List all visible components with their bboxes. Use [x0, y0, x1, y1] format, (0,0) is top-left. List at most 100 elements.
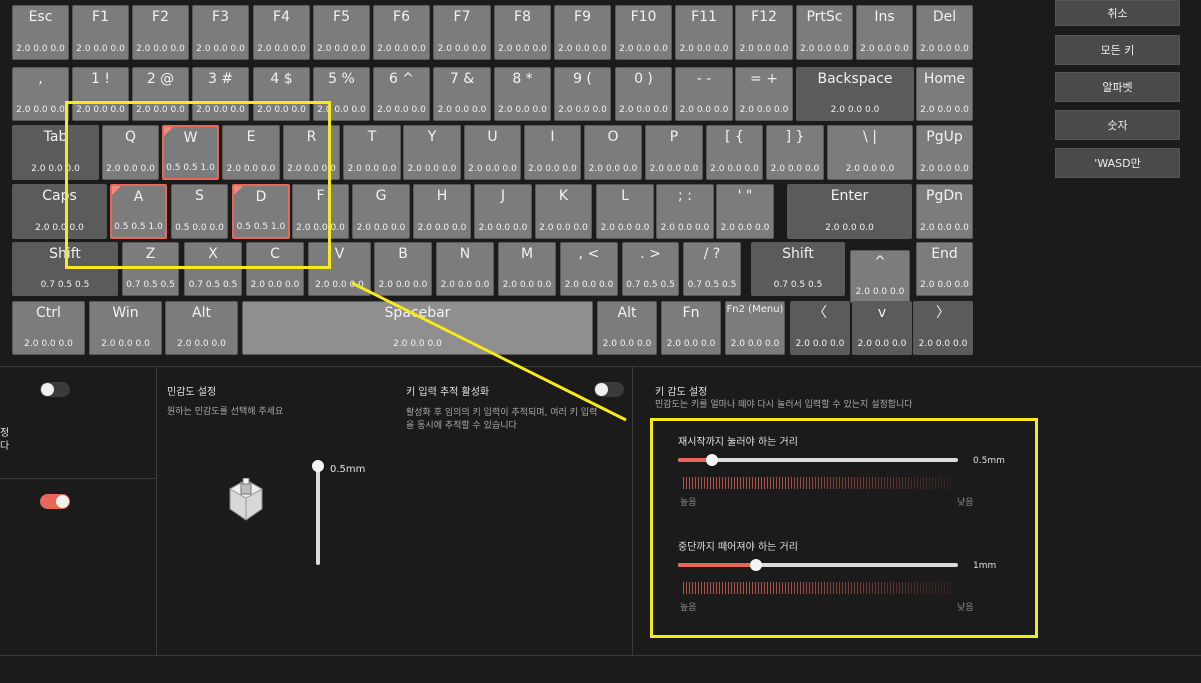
- key-0[interactable]: 0 ) 2.0 0.0 0.0: [615, 67, 672, 121]
- key-end[interactable]: End 2.0 0.0 0.0: [916, 242, 973, 296]
- key-p[interactable]: P 2.0 0.0 0.0: [645, 125, 703, 180]
- key-label: PgDn: [926, 188, 963, 204]
- key-t[interactable]: T 2.0 0.0 0.0: [343, 125, 401, 180]
- key-f11[interactable]: F11 2.0 0.0 0.0: [675, 5, 733, 60]
- key-j[interactable]: J 2.0 0.0 0.0: [474, 184, 532, 239]
- key-label: 5 %: [328, 71, 355, 87]
- key-u[interactable]: U 2.0 0.0 0.0: [464, 125, 521, 180]
- left-toggle-top[interactable]: [40, 382, 70, 397]
- key-8[interactable]: 8 * 2.0 0.0 0.0: [494, 67, 551, 121]
- key-sym-13[interactable]: \ | 2.0 0.0 0.0: [827, 125, 913, 180]
- key-sym-10[interactable]: / ? 0.7 0.5 0.5: [683, 242, 741, 296]
- key-values: 2.0 0.0 0.0: [76, 44, 125, 54]
- key-values: 2.0 0.0 0.0: [317, 44, 366, 54]
- wasd-only-button[interactable]: 'WASD만: [1055, 148, 1180, 178]
- key-values: 2.0 0.0 0.0: [602, 339, 652, 349]
- key-esc[interactable]: Esc 2.0 0.0 0.0: [12, 5, 69, 60]
- key-f5[interactable]: F5 2.0 0.0 0.0: [313, 5, 370, 60]
- key-h[interactable]: H 2.0 0.0 0.0: [413, 184, 471, 239]
- key-values: 0.7 0.5 0.5: [626, 280, 675, 290]
- key-i[interactable]: I 2.0 0.0 0.0: [524, 125, 581, 180]
- key-f6[interactable]: F6 2.0 0.0 0.0: [373, 5, 430, 60]
- key-f10[interactable]: F10 2.0 0.0 0.0: [615, 5, 672, 60]
- key-f12[interactable]: F12 2.0 0.0 0.0: [735, 5, 793, 60]
- key-shift[interactable]: Shift 0.7 0.5 0.5: [751, 242, 845, 296]
- key-b[interactable]: B 2.0 0.0 0.0: [374, 242, 432, 296]
- key-sym-9[interactable]: . > 0.7 0.5 0.5: [622, 242, 679, 296]
- left-panel-divider: [156, 367, 157, 655]
- key-prtsc[interactable]: PrtSc 2.0 0.0 0.0: [796, 5, 853, 60]
- key-sym-11[interactable]: ' " 2.0 0.0 0.0: [716, 184, 774, 239]
- key-f1[interactable]: F1 2.0 0.0 0.0: [72, 5, 129, 60]
- sensitivity-slider-thumb[interactable]: [312, 460, 324, 472]
- key-alt[interactable]: Alt 2.0 0.0 0.0: [165, 301, 238, 355]
- key-tracking-toggle[interactable]: [594, 382, 624, 397]
- alphabet-button[interactable]: 알파벳: [1055, 72, 1180, 102]
- key-sym-12[interactable]: ] } 2.0 0.0 0.0: [766, 125, 824, 180]
- key-l[interactable]: L 2.0 0.0 0.0: [596, 184, 654, 239]
- key-7[interactable]: 7 & 2.0 0.0 0.0: [433, 67, 491, 121]
- key-values: 2.0 0.0 0.0: [528, 164, 577, 174]
- key-label: 3 #: [207, 71, 234, 87]
- key-values: 2.0 0.0 0.0: [920, 105, 969, 115]
- key-sym-7[interactable]: 〈 2.0 0.0 0.0: [790, 301, 850, 355]
- key-values: 2.0 0.0 0.0: [437, 105, 487, 115]
- key-f8[interactable]: F8 2.0 0.0 0.0: [494, 5, 551, 60]
- key-v[interactable]: v 2.0 0.0 0.0: [852, 301, 912, 355]
- section-divider: [0, 366, 1201, 367]
- key-f2[interactable]: F2 2.0 0.0 0.0: [132, 5, 189, 60]
- key-pgup[interactable]: PgUp 2.0 0.0 0.0: [916, 125, 973, 180]
- key-sym-12[interactable]: ^ 2.0 0.0 0.0: [850, 250, 910, 303]
- key-alt[interactable]: Alt 2.0 0.0 0.0: [597, 301, 657, 355]
- key-values: 2.0 0.0 0.0: [770, 164, 820, 174]
- key-label: PrtSc: [806, 9, 843, 25]
- key-label: , <: [578, 246, 600, 262]
- cancel-button[interactable]: 취소: [1055, 0, 1180, 26]
- key-ctrl[interactable]: Ctrl 2.0 0.0 0.0: [12, 301, 85, 355]
- key-label: \ |: [863, 129, 877, 145]
- key-k[interactable]: K 2.0 0.0 0.0: [535, 184, 592, 239]
- key-pgdn[interactable]: PgDn 2.0 0.0 0.0: [916, 184, 973, 239]
- key-ins[interactable]: Ins 2.0 0.0 0.0: [856, 5, 913, 60]
- key-sym-11[interactable]: [ {2.0 0.0 0.0: [706, 125, 763, 180]
- key-sym-11[interactable]: - - 2.0 0.0 0.0: [675, 67, 733, 121]
- left-toggle-bottom[interactable]: [40, 494, 70, 509]
- key-sym-12[interactable]: = + 2.0 0.0 0.0: [735, 67, 793, 121]
- numbers-button[interactable]: 숫자: [1055, 110, 1180, 140]
- key-f4[interactable]: F4 2.0 0.0 0.0: [253, 5, 310, 60]
- key-9[interactable]: 9 (2.0 0.0 0.0: [554, 67, 611, 121]
- key-values: 2.0 0.0 0.0: [16, 44, 65, 54]
- key-values: 2.0 0.0 0.0: [437, 44, 487, 54]
- key-sym-9[interactable]: 〉 2.0 0.0 0.0: [913, 301, 973, 355]
- key-values: 2.0 0.0 0.0: [502, 280, 552, 290]
- key-sym-8[interactable]: , < 2.0 0.0 0.0: [560, 242, 618, 296]
- key-sym-0[interactable]: , 2.0 0.0 0.0: [12, 67, 69, 121]
- key-label: F4: [273, 9, 290, 25]
- key-y[interactable]: Y 2.0 0.0 0.0: [403, 125, 461, 180]
- key-home[interactable]: Home 2.0 0.0 0.0: [916, 67, 973, 121]
- all-keys-button[interactable]: 모든 키: [1055, 35, 1180, 65]
- key-values: 2.0 0.0 0.0: [257, 44, 306, 54]
- key-o[interactable]: O 2.0 0.0 0.0: [584, 125, 642, 180]
- key-g[interactable]: G 2.0 0.0 0.0: [352, 184, 410, 239]
- key-label: - -: [696, 71, 712, 87]
- key-label: 〈: [813, 305, 827, 321]
- key-f9[interactable]: F9 2.0 0.0 0.0: [554, 5, 611, 60]
- key-fn[interactable]: Fn 2.0 0.0 0.0: [661, 301, 721, 355]
- key-m[interactable]: M 2.0 0.0 0.0: [498, 242, 556, 296]
- key-f7[interactable]: F7 2.0 0.0 0.0: [433, 5, 491, 60]
- key-del[interactable]: Del 2.0 0.0 0.0: [916, 5, 973, 60]
- key-spacebar[interactable]: Spacebar 2.0 0.0 0.0: [242, 301, 593, 355]
- key-values: 0.7 0.5 0.5: [188, 280, 238, 290]
- key-fn2-menu[interactable]: Fn2 (Menu) 2.0 0.0 0.0: [725, 301, 785, 355]
- key-n[interactable]: N 2.0 0.0 0.0: [436, 242, 494, 296]
- key-enter[interactable]: Enter 2.0 0.0 0.0: [787, 184, 912, 239]
- toggle-knob: [56, 495, 69, 508]
- sensitivity-slider[interactable]: [312, 460, 324, 565]
- key-win[interactable]: Win 2.0 0.0 0.0: [89, 301, 162, 355]
- key-6[interactable]: 6 ^ 2.0 0.0 0.0: [373, 67, 430, 121]
- key-backspace[interactable]: Backspace 2.0 0.0 0.0: [796, 67, 914, 121]
- key-label: PgUp: [926, 129, 963, 145]
- key-sym-10[interactable]: ; : 2.0 0.0 0.0: [656, 184, 714, 239]
- key-f3[interactable]: F3 2.0 0.0 0.0: [192, 5, 249, 60]
